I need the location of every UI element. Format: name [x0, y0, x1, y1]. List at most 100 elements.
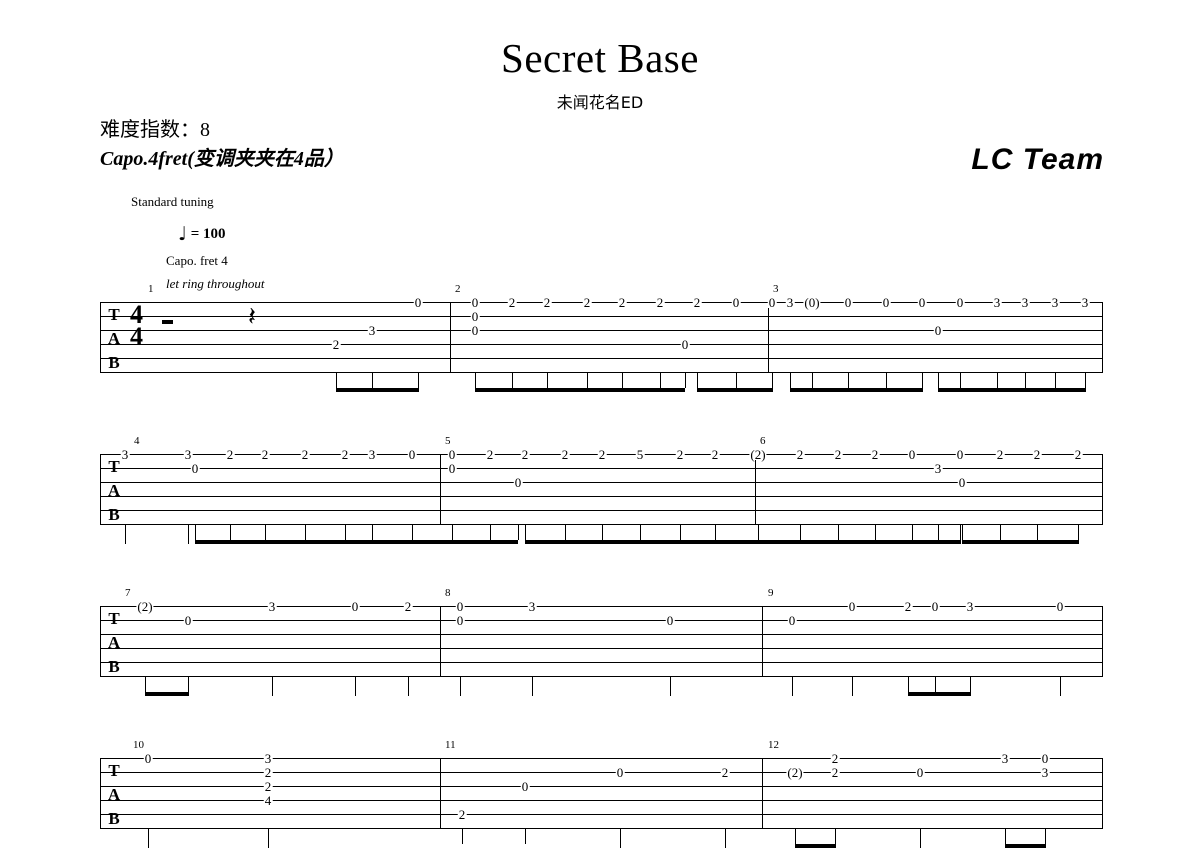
tab-fret-number: 0: [470, 295, 480, 310]
note-stem: [922, 372, 923, 392]
tab-fret-number: 2: [457, 807, 467, 822]
tab-clef-letter: B: [108, 657, 120, 676]
tab-fret-number: 3: [1080, 295, 1090, 310]
note-stem: [960, 524, 961, 544]
tab-fret-number: 3: [367, 447, 377, 462]
staff-line: [100, 344, 1103, 345]
tab-fret-number: 2: [263, 765, 273, 780]
tab-fret-number: 2: [1032, 447, 1042, 462]
tab-fret-number: 0: [881, 295, 891, 310]
tab-fret-number: (2): [749, 447, 767, 462]
staff-line: [100, 648, 1103, 649]
measure-number: 11: [445, 739, 456, 751]
beam: [602, 540, 640, 544]
end-barline: [1102, 758, 1103, 828]
tab-fret-number: 0: [915, 765, 925, 780]
beam: [680, 540, 715, 544]
note-stem: [460, 676, 461, 696]
tab-fret-number: 0: [933, 323, 943, 338]
tab-fret-number: 2: [1073, 447, 1083, 462]
beam: [475, 388, 512, 392]
beam: [912, 540, 938, 544]
tab-clef: TAB: [103, 607, 125, 679]
staff-line: [100, 676, 1103, 677]
tab-clef-letter: T: [108, 609, 120, 628]
note-stem: [835, 828, 836, 848]
note-stem: [355, 676, 356, 696]
measure-number: 6: [760, 435, 766, 447]
beam: [1055, 388, 1085, 392]
measure-number: 7: [125, 587, 131, 599]
tab-clef: TAB: [103, 455, 125, 527]
note-stem: [962, 524, 963, 540]
page-title: Secret Base: [501, 35, 699, 81]
beam: [547, 388, 587, 392]
tab-fret-number: 0: [447, 461, 457, 476]
artist-credit: LC Team: [971, 143, 1104, 176]
barline: [755, 454, 756, 524]
barline: [440, 758, 441, 828]
note-stem: [1085, 372, 1086, 392]
time-signature-denominator: 4: [130, 322, 143, 351]
beam: [372, 388, 418, 392]
measure-number: 2: [455, 283, 461, 295]
tempo-value: = 100: [190, 226, 226, 242]
beam: [512, 388, 547, 392]
end-barline: [1102, 302, 1103, 372]
tab-fret-number: 0: [767, 295, 777, 310]
tab-fret-number: 3: [267, 599, 277, 614]
staff-start-barline: [100, 606, 101, 676]
tab-fret-number: 0: [407, 447, 417, 462]
tab-fret-number: 0: [470, 323, 480, 338]
note-stem: [685, 372, 686, 388]
difficulty-label: 难度指数：8: [100, 119, 210, 141]
beam: [736, 388, 772, 392]
tab-clef-letter: A: [107, 633, 121, 652]
note-stem: [970, 676, 971, 696]
beam: [875, 540, 912, 544]
tab-fret-number: 0: [680, 337, 690, 352]
barline: [440, 606, 441, 676]
tab-fret-number: 0: [1055, 599, 1065, 614]
beam: [962, 540, 1000, 544]
tab-fret-number: 2: [833, 447, 843, 462]
beam: [265, 540, 305, 544]
staff-line: [100, 482, 1103, 483]
tab-fret-number: 0: [847, 599, 857, 614]
tab-fret-number: 2: [655, 295, 665, 310]
tab-fret-number: 2: [542, 295, 552, 310]
tab-fret-number: 3: [965, 599, 975, 614]
beam: [960, 388, 997, 392]
tab-fret-number: 0: [183, 613, 193, 628]
tab-fret-number: 3: [1050, 295, 1060, 310]
note-stem: [1060, 676, 1061, 696]
let-ring-label: let ring throughout: [166, 276, 265, 291]
tab-fret-number: 0: [930, 599, 940, 614]
tab-fret-number: 2: [331, 337, 341, 352]
note-stem: [620, 828, 621, 848]
beam: [622, 388, 660, 392]
tab-fret-number: 2: [225, 447, 235, 462]
staff-line: [100, 772, 1103, 773]
tuning-label: Standard tuning: [131, 194, 214, 209]
tab-fret-number: 0: [731, 295, 741, 310]
barline: [440, 454, 441, 524]
tab-fret-number: 0: [455, 613, 465, 628]
beam: [145, 692, 188, 696]
measure-number: 5: [445, 435, 451, 447]
tab-clef-letter: B: [108, 505, 120, 524]
tab-clef: TAB: [103, 303, 125, 375]
note-stem: [525, 828, 526, 844]
tempo-marking: ♩ = 100: [178, 221, 226, 245]
measure-number: 12: [768, 739, 779, 751]
tab-fret-number: 2: [795, 447, 805, 462]
note-stem: [938, 372, 939, 388]
tab-clef-letter: T: [108, 305, 120, 324]
tab-fret-number: 0: [917, 295, 927, 310]
tab-fret-number: 3: [1000, 751, 1010, 766]
staff-line: [100, 662, 1103, 663]
tab-fret-number: 2: [340, 447, 350, 462]
tab-fret-number: 2: [675, 447, 685, 462]
tab-fret-number: (2): [136, 599, 154, 614]
beam: [758, 540, 800, 544]
